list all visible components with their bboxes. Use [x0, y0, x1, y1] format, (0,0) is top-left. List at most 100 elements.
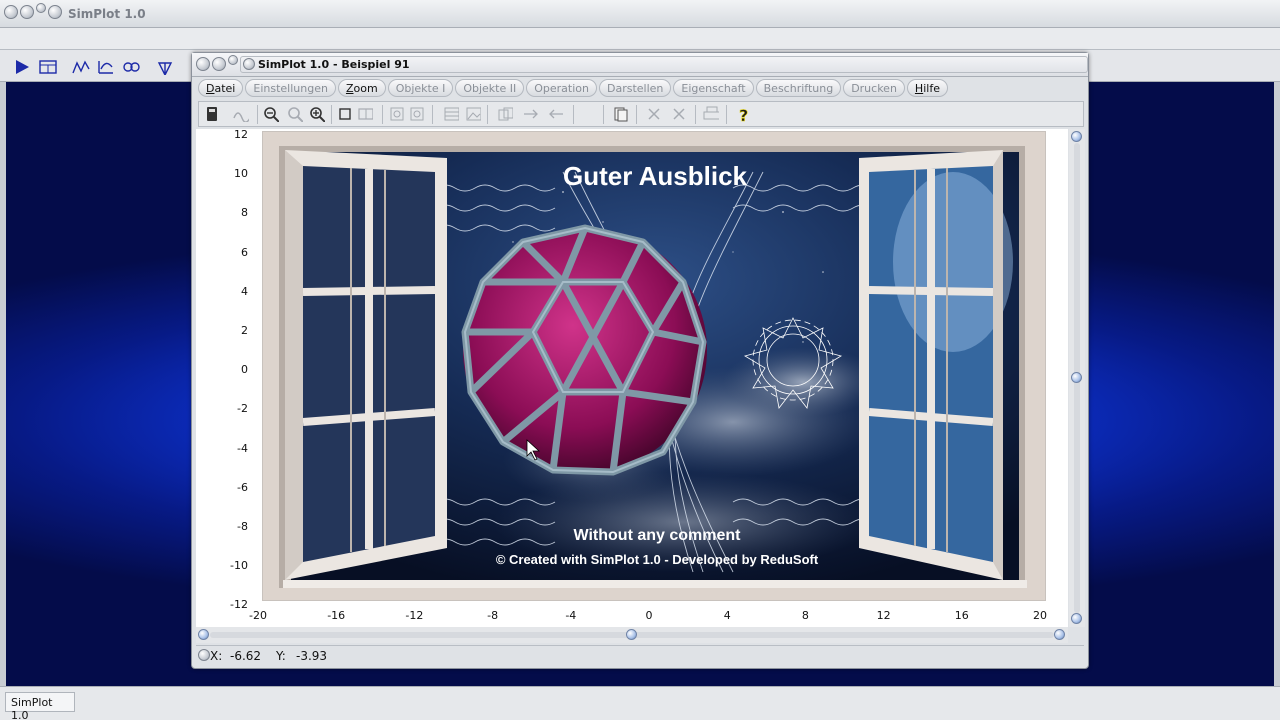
- outer-menubar: [0, 28, 1280, 50]
- select-rectangle-icon[interactable]: [337, 106, 353, 122]
- vertical-scrollbar[interactable]: [1069, 129, 1085, 627]
- horizontal-scroll-thumb[interactable]: [626, 629, 637, 640]
- scene-comment: Without any comment: [574, 527, 742, 544]
- y-tick-label: 12: [234, 128, 248, 141]
- x-tick-label: 20: [1033, 609, 1047, 622]
- help-icon[interactable]: ?: [736, 106, 752, 122]
- x-tick-label: -20: [249, 609, 267, 622]
- plot-window-title-bar[interactable]: SimPlot 1.0 - Beispiel 91: [192, 53, 1088, 77]
- x-tick-label: -12: [405, 609, 424, 622]
- plot-minimize-button[interactable]: [212, 57, 226, 71]
- menu-zoom[interactable]: Zoom: [337, 79, 386, 97]
- y-tick-label: 10: [234, 167, 248, 181]
- vector-icon[interactable]: [156, 59, 174, 75]
- menu-darstellen[interactable]: Darstellen: [599, 79, 672, 97]
- outer-minimize-button[interactable]: [20, 5, 34, 19]
- scroll-left-button[interactable]: [198, 629, 209, 640]
- y-tick-label: -2: [237, 402, 248, 416]
- zoom-in-icon[interactable]: [309, 106, 325, 122]
- x-tick-label: 8: [801, 609, 809, 622]
- plot-area[interactable]: 12 10 8 6 4 2 0 -2 -4 -6 -8 -10 -12 -20 -16 -12 -8 -4 0 4 8…: [196, 128, 1068, 627]
- x-coord-value: -6.62: [230, 649, 262, 663]
- plot-toolbar: ?: [198, 101, 1084, 127]
- plot-close-button[interactable]: [196, 57, 210, 71]
- stop-icon[interactable]: [409, 106, 425, 122]
- calculator-icon[interactable]: [204, 106, 220, 122]
- arrow-left-icon[interactable]: [547, 106, 563, 122]
- menu-datei[interactable]: Datei: [198, 79, 244, 97]
- plot-maximize-button[interactable]: [228, 55, 238, 65]
- scene-canvas[interactable]: Guter Ausblick Without any comment © Cre…: [262, 131, 1046, 601]
- taskbar-item-simplot[interactable]: SimPlot 1.0: [5, 692, 75, 720]
- x-tick-label: 4: [723, 609, 731, 622]
- arrow-right-icon[interactable]: [522, 106, 538, 122]
- scroll-right-button[interactable]: [1054, 629, 1065, 640]
- plot-window-controls: [196, 55, 238, 71]
- printer-icon[interactable]: [703, 106, 719, 122]
- x-tick-label: -8: [487, 609, 499, 622]
- menu-hilfe[interactable]: Hilfe: [906, 79, 948, 97]
- pages-icon[interactable]: [612, 106, 628, 122]
- outer-title-bar: SimPlot 1.0: [0, 0, 1280, 28]
- menu-eigenschaft[interactable]: Eigenschaft: [673, 79, 754, 97]
- polyhedron: [461, 224, 707, 476]
- record-icon[interactable]: [389, 106, 405, 122]
- y-tick-label: 6: [241, 245, 248, 259]
- scene-drawing: Guter Ausblick Without any comment © Cre…: [263, 132, 1045, 600]
- x-tick-label: -16: [327, 609, 346, 622]
- image-icon[interactable]: [465, 106, 481, 122]
- x-tick-label: -4: [565, 609, 577, 622]
- outer-window-title: SimPlot 1.0: [68, 7, 146, 21]
- x-tick-label: 16: [954, 609, 969, 622]
- menu-bar: Datei Einstellungen Zoom Objekte I Objekte I…: [198, 79, 948, 99]
- menu-einstellungen[interactable]: Einstellungen: [245, 79, 336, 97]
- y-tick-label: -4: [237, 441, 248, 455]
- menu-objekte-i[interactable]: Objekte I: [387, 79, 454, 97]
- outer-maximize-button[interactable]: [36, 3, 46, 13]
- scroll-up-button[interactable]: [1071, 131, 1082, 142]
- y-tick-label: -6: [237, 480, 248, 494]
- menu-drucken[interactable]: Drucken: [843, 79, 905, 97]
- y-coord-label: Y:: [276, 649, 286, 663]
- scene-title: Guter Ausblick: [563, 161, 748, 191]
- y-tick-label: 8: [241, 206, 248, 220]
- play-icon[interactable]: [14, 58, 30, 74]
- zoom-reset-icon[interactable]: [287, 106, 303, 122]
- trace-icon[interactable]: [233, 106, 249, 122]
- scroll-down-button[interactable]: [1071, 613, 1082, 624]
- window-sill: [283, 580, 1027, 588]
- menu-operation[interactable]: Operation: [526, 79, 597, 97]
- scene-credit: © Created with SimPlot 1.0 - Developed b…: [496, 552, 819, 567]
- polar-plot-icon[interactable]: [122, 59, 140, 75]
- coordinate-status-bar: X: -6.62 Y: -3.93: [196, 645, 1084, 665]
- zoom-out-icon[interactable]: [263, 106, 279, 122]
- menu-beschriftung[interactable]: Beschriftung: [755, 79, 842, 97]
- outer-menu-button[interactable]: [48, 5, 62, 19]
- x-tick-label: 12: [876, 609, 891, 622]
- horizontal-scrollbar[interactable]: [196, 627, 1068, 643]
- y-coord-value: -3.93: [296, 649, 328, 663]
- left-window-sash: [285, 150, 447, 580]
- svg-text:?: ?: [739, 106, 748, 122]
- parametric-plot-icon[interactable]: [97, 59, 115, 75]
- outer-window-controls: [4, 3, 62, 19]
- right-window-sash: [859, 150, 1013, 580]
- function-plot-icon[interactable]: [72, 59, 90, 75]
- y-tick-label: 2: [241, 324, 248, 337]
- menu-objekte-ii[interactable]: Objekte II: [455, 79, 525, 97]
- outer-close-button[interactable]: [4, 5, 18, 19]
- x-tick-label: 0: [645, 609, 653, 622]
- copy-icon[interactable]: [497, 106, 513, 122]
- plot-window-title: SimPlot 1.0 - Beispiel 91: [258, 58, 410, 71]
- fit-icon[interactable]: [357, 106, 373, 122]
- data-table-icon[interactable]: [39, 59, 57, 75]
- plot-window-menu-button[interactable]: [243, 58, 255, 70]
- grid-icon[interactable]: [443, 106, 459, 122]
- y-tick-label: 0: [241, 363, 248, 377]
- plot-window: SimPlot 1.0 - Beispiel 91 Datei Einstellu…: [191, 52, 1089, 669]
- delete-icon[interactable]: [646, 106, 662, 122]
- x-coord-label: X:: [210, 649, 223, 663]
- vertical-scroll-thumb[interactable]: [1071, 372, 1082, 383]
- delete-all-icon[interactable]: [671, 106, 687, 122]
- taskbar: SimPlot 1.0: [0, 686, 1280, 720]
